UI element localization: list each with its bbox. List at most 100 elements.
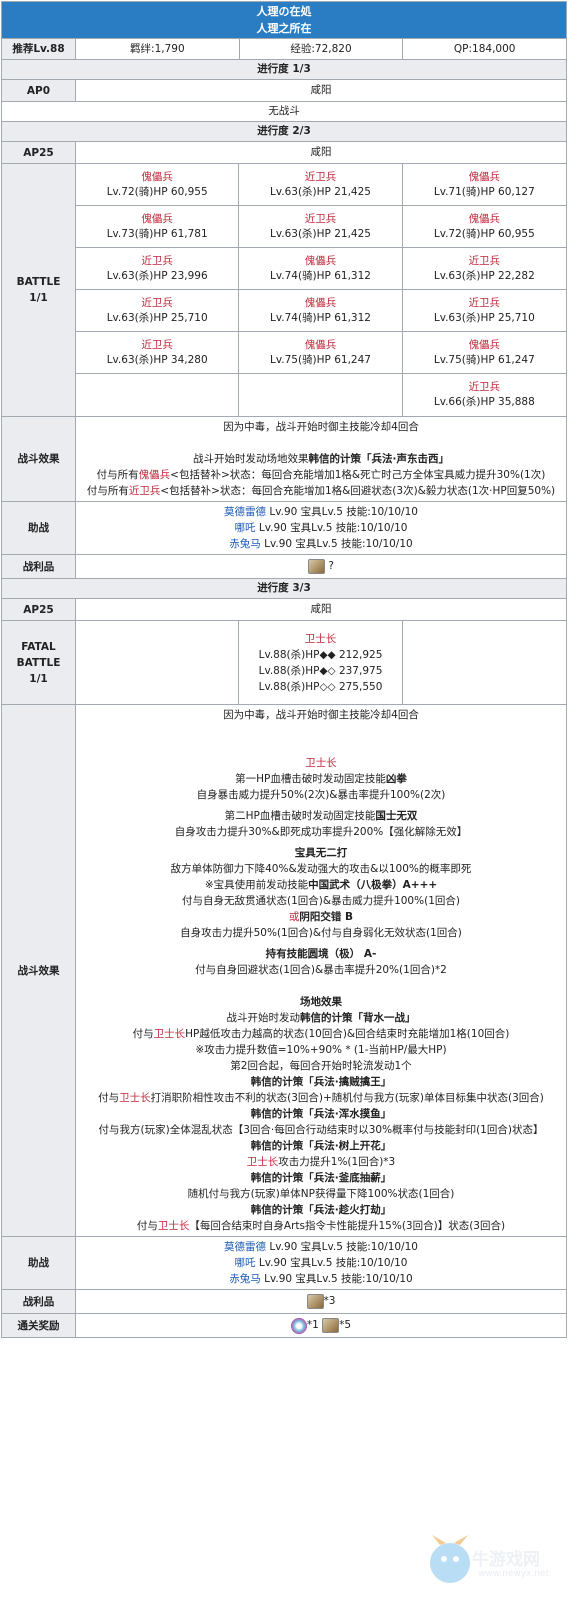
servant-link[interactable]: 赤兔马 bbox=[229, 538, 261, 550]
saint-quartz-icon bbox=[290, 1317, 307, 1334]
enemy-name: 近卫兵 bbox=[141, 254, 173, 267]
enemy-cell: 傀儡兵 Lv.72(骑)HP 60,955 bbox=[76, 164, 240, 206]
enemy-cell: 傀儡兵 Lv.75(骑)HP 61,247 bbox=[239, 332, 403, 374]
enemy-stats: Lv.63(杀)HP 23,996 bbox=[106, 269, 208, 282]
enemy-stats: Lv.63(杀)HP 25,710 bbox=[433, 311, 535, 324]
enemy-name: 傀儡兵 bbox=[141, 212, 173, 225]
quest-title: 人理の在処 人理之所在 bbox=[2, 2, 566, 38]
enemy-stats: Lv.72(骑)HP 60,955 bbox=[433, 227, 535, 240]
servant-stats: Lv.90 宝具Lv.5 技能:10/10/10 bbox=[266, 1241, 418, 1253]
support-servant: 赤兔马 Lv.90 宝具Lv.5 技能:10/10/10 bbox=[80, 536, 562, 552]
watermark: 牛游戏网 www.newyx.net bbox=[420, 1515, 568, 1595]
effect-label: 战斗效果 bbox=[2, 417, 76, 501]
boss-effect-text: 因为中毒，战斗开始时御主技能冷却4回合 卫士长 第一HP血槽击破时发动固定技能凶… bbox=[98, 709, 544, 1232]
enemy-cell: 近卫兵 Lv.63(杀)HP 25,710 bbox=[402, 290, 566, 332]
reward-items: *1 *5 bbox=[76, 1314, 566, 1337]
enemy-name: 近卫兵 bbox=[468, 296, 501, 309]
enemy-cell bbox=[239, 374, 403, 416]
progress-2-header: 进行度 2/3 bbox=[2, 121, 566, 141]
servant-link[interactable]: 莫德雷德 bbox=[224, 1241, 266, 1253]
material-icon bbox=[306, 1294, 324, 1309]
recommend-level: 推荐Lv.88 bbox=[2, 39, 76, 59]
loot-label: 战利品 bbox=[2, 1290, 76, 1313]
support-list: 莫德雷德 Lv.90 宝具Lv.5 技能:10/10/10 哪吒 Lv.90 宝具… bbox=[76, 502, 566, 554]
servant-stats: Lv.90 宝具Lv.5 技能:10/10/10 bbox=[266, 506, 418, 518]
servant-stats: Lv.90 宝具Lv.5 技能:10/10/10 bbox=[255, 522, 408, 534]
p2-effect-row: 战斗效果 因为中毒，战斗开始时御主技能冷却4回合 战斗开始时发动场地效果韩信的计… bbox=[2, 416, 566, 501]
support-servant: 赤兔马 Lv.90 宝具Lv.5 技能:10/10/10 bbox=[80, 1271, 562, 1287]
support-servant: 莫德雷德 Lv.90 宝具Lv.5 技能:10/10/10 bbox=[80, 504, 562, 520]
enemy-cell: 近卫兵 Lv.66(杀)HP 35,888 bbox=[403, 374, 566, 416]
enemy-name: 傀儡兵 bbox=[304, 254, 337, 267]
enemy-stats: Lv.72(骑)HP 60,955 bbox=[106, 185, 208, 198]
location: 咸阳 bbox=[310, 146, 332, 158]
enemy-cell bbox=[76, 374, 240, 416]
p3-loot-row: 战利品 *3 bbox=[2, 1289, 566, 1313]
enemy-name: 傀儡兵 bbox=[304, 296, 337, 309]
support-list: 莫德雷德 Lv.90 宝具Lv.5 技能:10/10/10 哪吒 Lv.90 宝具… bbox=[76, 1237, 566, 1289]
loot-label: 战利品 bbox=[2, 555, 76, 578]
servant-stats: Lv.90 宝具Lv.5 技能:10/10/10 bbox=[255, 1257, 408, 1269]
enemy-name: 近卫兵 bbox=[304, 170, 337, 183]
qp-value: QP:184,000 bbox=[402, 39, 566, 59]
enemy-name: 近卫兵 bbox=[141, 338, 173, 351]
enemy-cell: 傀儡兵 Lv.71(骑)HP 60,127 bbox=[402, 164, 566, 206]
enemy-cell: 傀儡兵 Lv.73(骑)HP 61,781 bbox=[76, 206, 240, 248]
loot-items: *3 bbox=[76, 1290, 566, 1313]
enemy-cell: 近卫兵 Lv.63(杀)HP 21,425 bbox=[239, 164, 403, 206]
enemy-stats: Lv.74(骑)HP 61,312 bbox=[270, 311, 371, 324]
p2-support-row: 助战 莫德雷德 Lv.90 宝具Lv.5 技能:10/10/10 哪吒 Lv.90… bbox=[2, 501, 566, 554]
p2-battle-row: BATTLE 1/1 傀儡兵 Lv.72(骑)HP 60,955 近卫兵 Lv.63(… bbox=[2, 163, 566, 416]
servant-link[interactable]: 哪吒 bbox=[235, 1257, 256, 1269]
p3-effect-row: 战斗效果 因为中毒，战斗开始时御主技能冷却4回合 卫士长 第一HP血槽击破时发动… bbox=[2, 704, 566, 1236]
servant-link[interactable]: 哪吒 bbox=[235, 522, 256, 534]
enemy-cell: 近卫兵 Lv.63(杀)HP 23,996 bbox=[76, 248, 240, 290]
location: 咸阳 bbox=[310, 603, 332, 615]
enemy-cell: 傀儡兵 Lv.72(骑)HP 60,955 bbox=[402, 206, 566, 248]
location: 咸阳 bbox=[310, 84, 332, 96]
enemy-stats: Lv.63(杀)HP 22,282 bbox=[433, 269, 535, 282]
loot-items: ? bbox=[76, 555, 566, 578]
support-label: 助战 bbox=[2, 1237, 76, 1289]
servant-link[interactable]: 赤兔马 bbox=[229, 1273, 261, 1285]
ap-cost: AP25 bbox=[2, 142, 76, 163]
enemy-name: 傀儡兵 bbox=[468, 338, 501, 351]
servant-stats: Lv.90 宝具Lv.5 技能:10/10/10 bbox=[260, 1273, 413, 1285]
enemy-stats: Lv.66(杀)HP 35,888 bbox=[433, 396, 535, 408]
material-icon bbox=[322, 1318, 340, 1333]
ap-cost: AP0 bbox=[2, 80, 76, 101]
enemy-name: 傀儡兵 bbox=[304, 338, 337, 351]
enemy-cell: 近卫兵 Lv.63(杀)HP 25,710 bbox=[76, 290, 240, 332]
servant-link[interactable]: 莫德雷德 bbox=[224, 506, 266, 518]
support-servant: 哪吒 Lv.90 宝具Lv.5 技能:10/10/10 bbox=[80, 520, 562, 536]
enemy-name: 傀儡兵 bbox=[141, 170, 173, 183]
exp-value: 经验:72,820 bbox=[238, 39, 403, 59]
p3-ap-row: AP25 咸阳 bbox=[2, 598, 566, 620]
p3-support-row: 助战 莫德雷德 Lv.90 宝具Lv.5 技能:10/10/10 哪吒 Lv.90… bbox=[2, 1236, 566, 1289]
enemy-name: 近卫兵 bbox=[304, 212, 337, 225]
enemy-stats: Lv.75(骑)HP 61,247 bbox=[270, 353, 371, 366]
enemy-cell: 近卫兵 Lv.63(杀)HP 21,425 bbox=[239, 206, 403, 248]
progress-1-header: 进行度 1/3 bbox=[2, 59, 566, 79]
enemy-stats: Lv.63(杀)HP 34,280 bbox=[106, 353, 208, 366]
no-battle: 无战斗 bbox=[2, 101, 566, 121]
enemy-name: 近卫兵 bbox=[141, 296, 173, 309]
enemy-name: 近卫兵 bbox=[468, 381, 501, 393]
enemy-stats: Lv.63(杀)HP 25,710 bbox=[106, 311, 208, 324]
p2-ap-row: AP25 咸阳 bbox=[2, 141, 566, 163]
enemy-stats: Lv.63(杀)HP 21,425 bbox=[270, 227, 371, 240]
effect-label: 战斗效果 bbox=[2, 705, 76, 1236]
enemy-grid: 傀儡兵 Lv.72(骑)HP 60,955 近卫兵 Lv.63(杀)HP 21,425… bbox=[76, 164, 566, 416]
enemy-cell: 傀儡兵 Lv.74(骑)HP 61,312 bbox=[239, 290, 403, 332]
p3-battle-row: FATAL BATTLE 1/1 卫士长 Lv.88(杀)HP◆◆ 212,92… bbox=[2, 620, 566, 704]
enemy-stats: Lv.75(骑)HP 61,247 bbox=[433, 353, 535, 366]
fatal-battle-label: FATAL BATTLE 1/1 bbox=[2, 621, 76, 704]
enemy-cell: 近卫兵 Lv.63(杀)HP 34,280 bbox=[76, 332, 240, 374]
support-servant: 哪吒 Lv.90 宝具Lv.5 技能:10/10/10 bbox=[80, 1255, 562, 1271]
boss-grid: 卫士长 Lv.88(杀)HP◆◆ 212,925 Lv.88(杀)HP◆◇ 23… bbox=[76, 621, 566, 704]
quest-table: 人理の在処 人理之所在 推荐Lv.88 羁绊:1,790 经验:72,820 Q… bbox=[1, 1, 567, 1338]
p3-reward-row: 通关奖励 *1 *5 bbox=[2, 1313, 566, 1337]
p1-ap-row: AP0 咸阳 bbox=[2, 79, 566, 101]
enemy-name: 傀儡兵 bbox=[468, 212, 501, 225]
reward-label: 通关奖励 bbox=[2, 1314, 76, 1337]
